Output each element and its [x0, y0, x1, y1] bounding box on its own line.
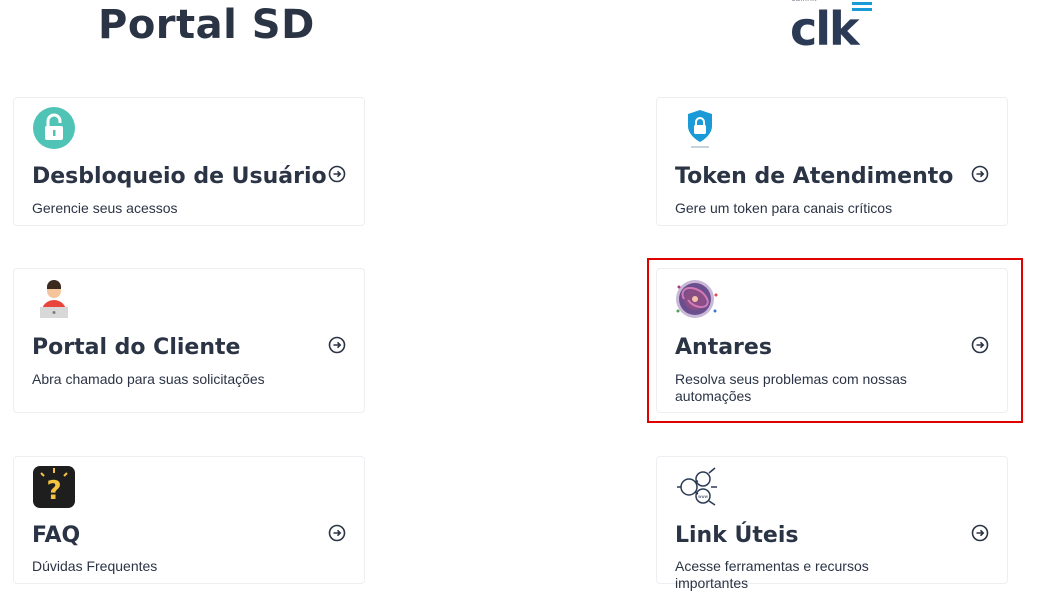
card-description: Gere um token para canais críticos — [675, 200, 893, 216]
card-title: Portal do Cliente — [32, 335, 241, 360]
arrow-right-icon[interactable] — [971, 336, 989, 354]
lock-icon — [32, 106, 76, 150]
arrow-right-icon[interactable] — [971, 524, 989, 542]
card-link-uteis[interactable]: www Link Úteis Acesse ferramentas e recu… — [656, 456, 1008, 591]
card-title: Link Úteis — [675, 523, 799, 548]
arrow-right-icon[interactable] — [328, 336, 346, 354]
card-description: Resolva seus problemas com nossas automa… — [675, 371, 907, 404]
card-description: Acesse ferramentas e recursos importante… — [675, 558, 869, 591]
user-laptop-icon — [32, 277, 76, 321]
network-nodes-icon: www — [675, 465, 719, 509]
card-description: Gerencie seus acessos — [32, 200, 178, 216]
svg-text:clk: clk — [790, 2, 861, 48]
brand-logo: callink clk — [788, 0, 880, 56]
card-desbloqueio-usuario[interactable]: Desbloqueio de Usuário Gerencie seus ace… — [13, 97, 365, 226]
card-antares[interactable]: Antares Resolva seus problemas com nossa… — [656, 268, 1008, 413]
arrow-right-icon[interactable] — [971, 165, 989, 183]
card-title: Desbloqueio de Usuário — [32, 164, 327, 189]
brand-small-text: callink — [791, 0, 817, 3]
question-bulb-icon: ? — [32, 465, 76, 509]
card-title: Antares — [675, 335, 772, 360]
page-title: Portal SD — [98, 2, 315, 48]
card-token-atendimento[interactable]: Token de Atendimento Gere um token para … — [656, 97, 1008, 226]
card-description: Abra chamado para suas solicitações — [32, 371, 265, 387]
svg-text:?: ? — [46, 476, 61, 506]
shield-lock-icon — [675, 106, 719, 150]
arrow-right-icon[interactable] — [328, 524, 346, 542]
card-faq[interactable]: ? FAQ Dúvidas Frequentes — [13, 456, 365, 584]
arrow-right-icon[interactable] — [328, 165, 346, 183]
card-title: FAQ — [32, 523, 81, 548]
svg-text:www: www — [698, 494, 709, 499]
card-description: Dúvidas Frequentes — [32, 558, 158, 574]
card-title: Token de Atendimento — [675, 164, 954, 189]
galaxy-icon — [675, 277, 719, 321]
card-portal-cliente[interactable]: Portal do Cliente Abra chamado para suas… — [13, 268, 365, 413]
